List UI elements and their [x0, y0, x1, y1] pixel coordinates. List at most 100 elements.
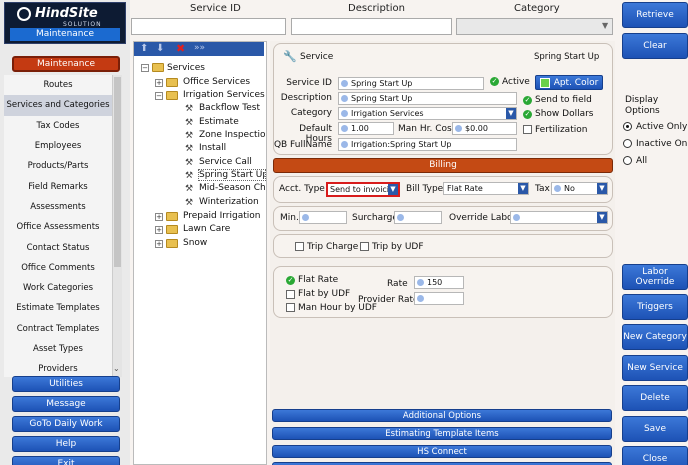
save-button[interactable]: Save	[622, 416, 688, 442]
menu-item[interactable]: Employees	[4, 136, 112, 156]
min-field[interactable]	[299, 211, 347, 224]
fertilization-checkbox[interactable]	[523, 125, 532, 134]
tree-node[interactable]: Spring Start Up	[198, 169, 266, 181]
send-to-field-check-icon[interactable]: ✓	[523, 96, 532, 105]
flat-rate-check-icon[interactable]: ✓	[286, 276, 295, 285]
message-button[interactable]: Message	[12, 396, 120, 412]
all-radio[interactable]	[623, 156, 632, 165]
new-category-button[interactable]: New Category	[622, 324, 688, 350]
utilities-button[interactable]: Utilities	[12, 376, 120, 392]
goto-daily-work-button[interactable]: GoTo Daily Work	[12, 416, 120, 432]
billing-bar[interactable]: Billing	[273, 158, 613, 173]
description-filter[interactable]	[291, 18, 452, 35]
active-only-radio[interactable]	[623, 122, 632, 131]
retrieve-button[interactable]: Retrieve	[622, 2, 688, 28]
chevron-down-icon[interactable]: ▼	[518, 183, 528, 194]
estimating-template-items-bar[interactable]: Estimating Template Items	[272, 427, 612, 440]
tree-node[interactable]: Backflow Test	[199, 103, 260, 113]
close-button[interactable]: Close	[622, 446, 688, 465]
triggers-button[interactable]: Triggers	[622, 294, 688, 320]
show-dollars-check-icon[interactable]: ✓	[523, 110, 532, 119]
man-hr-cost-field[interactable]: $0.00	[452, 122, 517, 135]
tree-node[interactable]: Estimate	[199, 117, 239, 127]
expand-icon[interactable]: +	[155, 79, 163, 87]
expand-icon[interactable]: +	[155, 240, 163, 248]
menu-item[interactable]: Work Categories	[4, 278, 112, 298]
clear-button[interactable]: Clear	[622, 33, 688, 59]
service-id-filter[interactable]	[131, 18, 286, 35]
menu-item[interactable]: Routes	[4, 75, 112, 95]
labor-override-button[interactable]: Labor Override	[622, 264, 688, 290]
man-hour-by-udf-checkbox[interactable]	[286, 303, 295, 312]
chevron-down-icon[interactable]: ▼	[506, 108, 516, 119]
collapse-icon[interactable]: −	[141, 64, 149, 72]
scroll-down-icon[interactable]: ⌄	[113, 364, 120, 373]
inactive-only-radio[interactable]	[623, 139, 632, 148]
tree-node[interactable]: Office Services	[183, 77, 250, 87]
qb-fullname-field[interactable]: Irrigation:Spring Start Up	[338, 138, 517, 151]
provider-rate-field[interactable]	[414, 292, 464, 305]
active-check-icon[interactable]: ✓	[490, 77, 499, 86]
category-label: Category	[290, 108, 332, 118]
delete-button[interactable]: Delete	[622, 385, 688, 411]
help-button[interactable]: Help	[12, 436, 120, 452]
tree-node[interactable]: Service Call	[199, 157, 252, 167]
qb-fullname-value: Irrigation:Spring Start Up	[351, 140, 452, 149]
description-field[interactable]: Spring Start Up	[338, 92, 517, 105]
provider-rate-label: Provider Rate	[358, 295, 419, 305]
surcharge-field[interactable]	[394, 211, 442, 224]
default-hours-field[interactable]: 1.00	[338, 122, 394, 135]
move-down-icon[interactable]: ⬇	[156, 43, 164, 54]
tax-select[interactable]: No ▼	[551, 182, 608, 195]
menu-item[interactable]: Office Comments	[4, 258, 112, 278]
rate-field[interactable]: 150	[414, 276, 464, 289]
maintenance-button[interactable]: Maintenance	[12, 56, 120, 72]
scroll-thumb[interactable]	[114, 77, 121, 267]
expand-all-icon[interactable]: »»	[194, 43, 205, 53]
apt-color-button[interactable]: Apt. Color	[535, 75, 603, 90]
chevron-down-icon[interactable]: ▼	[597, 212, 607, 223]
exit-button[interactable]: Exit	[12, 456, 120, 465]
menu-item[interactable]: Contract Templates	[4, 319, 112, 339]
chevron-down-icon[interactable]: ▼	[388, 184, 398, 195]
expand-icon[interactable]: +	[155, 213, 163, 221]
new-service-button[interactable]: New Service	[622, 355, 688, 381]
tree-node[interactable]: Irrigation Services	[183, 90, 265, 100]
chevron-down-icon[interactable]: ▼	[597, 183, 607, 194]
left-scrollbar[interactable]	[112, 75, 122, 377]
category-filter[interactable]	[456, 18, 613, 35]
additional-options-bar[interactable]: Additional Options	[272, 409, 612, 422]
override-labor-select[interactable]: ▼	[510, 211, 608, 224]
tree-node[interactable]: Snow	[183, 238, 207, 248]
menu-item[interactable]: Services and Categories	[4, 95, 112, 116]
tree-node[interactable]: Lawn Care	[183, 224, 230, 234]
tree-node[interactable]: Winterization	[199, 197, 259, 207]
tree-node[interactable]: Install	[199, 143, 226, 153]
bill-type-select[interactable]: Flat Rate ▼	[443, 182, 529, 195]
menu-item[interactable]: Estimate Templates	[4, 298, 112, 318]
menu-item[interactable]: Office Assessments	[4, 217, 112, 237]
expand-icon[interactable]: +	[155, 226, 163, 234]
tree-node[interactable]: Zone Inspection	[199, 130, 265, 140]
delete-icon[interactable]: ✖	[176, 42, 185, 55]
tree-node[interactable]: Mid-Season Che	[199, 183, 265, 193]
move-up-icon[interactable]: ⬆	[140, 43, 148, 54]
chevron-down-icon[interactable]: ▼	[602, 21, 608, 30]
collapse-icon[interactable]: −	[155, 92, 163, 100]
hs-connect-bar[interactable]: HS Connect	[272, 445, 612, 458]
trip-by-udf-checkbox[interactable]	[360, 242, 369, 251]
acct-type-select[interactable]: Send to invoicing ▼	[326, 182, 400, 197]
menu-item[interactable]: Asset Types	[4, 339, 112, 359]
menu-item[interactable]: Field Remarks	[4, 176, 112, 196]
tree-node[interactable]: Prepaid Irrigation	[183, 211, 260, 221]
menu-item[interactable]: Tax Codes	[4, 116, 112, 136]
category-select[interactable]: Irrigation Services ▼	[338, 107, 517, 120]
menu-item[interactable]: Assessments	[4, 197, 112, 217]
apt-color-label: Apt. Color	[553, 77, 599, 88]
menu-item[interactable]: Contact Status	[4, 237, 112, 257]
tree-root[interactable]: Services	[167, 63, 205, 73]
flat-by-udf-checkbox[interactable]	[286, 290, 295, 299]
trip-charge-checkbox[interactable]	[295, 242, 304, 251]
menu-item[interactable]: Products/Parts	[4, 156, 112, 176]
service-id-field[interactable]: Spring Start Up	[338, 77, 484, 90]
